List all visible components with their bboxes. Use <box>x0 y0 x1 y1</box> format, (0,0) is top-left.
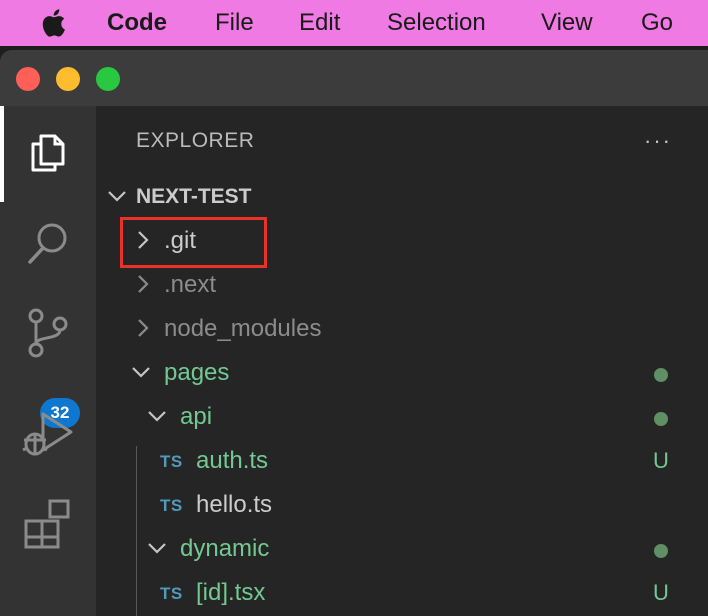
menu-selection[interactable]: Selection <box>387 9 486 37</box>
run-debug-button[interactable] <box>0 388 96 478</box>
chevron-down-icon <box>132 367 150 378</box>
minimize-window-button[interactable] <box>56 67 80 91</box>
typescript-file-icon: TS <box>160 584 183 603</box>
menu-view[interactable]: View <box>541 9 593 37</box>
tree-item-label: [id].tsx <box>196 579 266 606</box>
modified-dot <box>654 544 668 558</box>
explorer-button[interactable] <box>0 108 96 198</box>
run-debug-icon <box>22 412 73 456</box>
chevron-right-icon <box>138 275 149 293</box>
chevron-down-icon <box>108 191 126 202</box>
tree-item-label: pages <box>164 359 230 386</box>
untracked-status: U <box>653 448 669 473</box>
macos-menu-bar: Code File Edit Selection View Go <box>0 0 708 46</box>
chevron-right-icon <box>138 319 149 337</box>
vscode-window: 32 EXPLORER ··· NEXT-TEST .git .next nod… <box>0 50 708 616</box>
explorer-title: EXPLORER <box>136 129 255 152</box>
modified-dot <box>654 368 668 382</box>
untracked-status: U <box>653 580 669 605</box>
root-folder-label: NEXT-TEST <box>136 185 252 208</box>
explorer-icon <box>31 134 65 172</box>
git-folder-highlight-box <box>120 217 267 268</box>
tree-item-pages[interactable]: pages <box>96 351 708 395</box>
chevron-down-icon <box>148 543 166 554</box>
menu-go[interactable]: Go <box>641 9 673 37</box>
tree-item-next[interactable]: .next <box>96 263 708 307</box>
activity-bar: 32 <box>0 106 96 616</box>
tree-item-api[interactable]: api <box>96 395 708 439</box>
menu-edit[interactable]: Edit <box>299 9 340 37</box>
tree-item-node-modules[interactable]: node_modules <box>96 307 708 351</box>
tree-item-id-tsx[interactable]: TS [id].tsx U <box>96 571 708 615</box>
menu-file[interactable]: File <box>215 9 254 37</box>
root-folder-header[interactable]: NEXT-TEST <box>96 175 708 219</box>
apple-logo-icon[interactable] <box>40 9 66 37</box>
tree-item-label: hello.ts <box>196 491 273 518</box>
tree-item-label: node_modules <box>164 315 322 342</box>
tree-item-auth-ts[interactable]: TS auth.ts U <box>96 439 708 483</box>
tree-item-label: .next <box>164 271 217 298</box>
search-button[interactable] <box>0 198 96 288</box>
close-window-button[interactable] <box>16 67 40 91</box>
title-bar <box>0 50 708 106</box>
extensions-button[interactable] <box>0 478 96 568</box>
source-control-button[interactable] <box>0 288 96 378</box>
tree-item-label: dynamic <box>180 535 270 562</box>
modified-dot <box>654 412 668 426</box>
typescript-file-icon: TS <box>160 452 183 471</box>
chevron-down-icon <box>148 411 166 422</box>
tree-item-label: auth.ts <box>196 447 269 474</box>
zoom-window-button[interactable] <box>96 67 120 91</box>
more-actions-button[interactable]: ··· <box>644 128 672 154</box>
tree-item-label: api <box>180 403 213 430</box>
explorer-sidebar: EXPLORER ··· NEXT-TEST .git .next node_m… <box>96 106 708 616</box>
menu-app-name[interactable]: Code <box>107 9 167 37</box>
extensions-icon <box>24 499 70 549</box>
tree-item-dynamic[interactable]: dynamic <box>96 527 708 571</box>
typescript-file-icon: TS <box>160 496 183 515</box>
tree-item-hello-ts[interactable]: TS hello.ts <box>96 483 708 527</box>
source-control-icon <box>28 308 68 358</box>
search-icon <box>28 223 67 264</box>
